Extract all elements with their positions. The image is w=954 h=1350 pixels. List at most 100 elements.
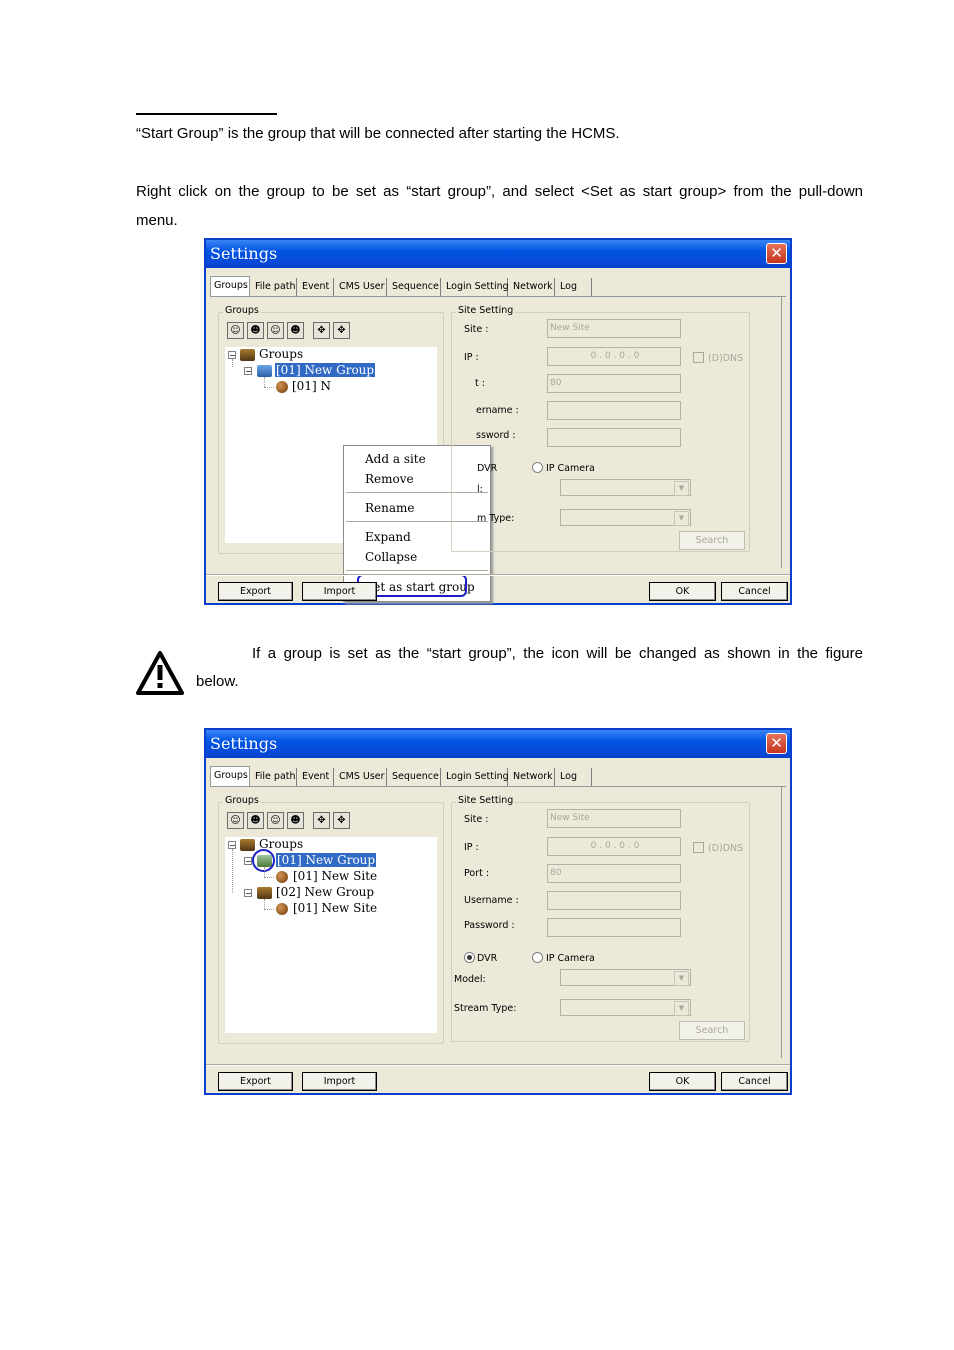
ddns-checkbox[interactable] (693, 352, 704, 363)
panel-edge (781, 786, 782, 1058)
tab-sequence[interactable]: Sequence (389, 278, 441, 296)
tab-file-path[interactable]: File path (252, 768, 297, 786)
dvr-radio[interactable] (464, 952, 475, 963)
cancel-button[interactable]: Cancel (721, 582, 788, 601)
export-button[interactable]: Export (218, 582, 293, 601)
menu-collapse[interactable]: Collapse (365, 549, 417, 565)
tree-site[interactable]: [01] N (292, 379, 331, 394)
tab-log[interactable]: Log (557, 768, 592, 786)
port-field[interactable]: 80 (547, 374, 681, 393)
username-field[interactable] (547, 401, 681, 420)
export-button[interactable]: Export (218, 1072, 293, 1091)
stream-type-select[interactable]: ▼ (560, 999, 691, 1016)
collapse-icon[interactable]: − (228, 841, 236, 850)
collapse-icon[interactable]: − (228, 351, 236, 360)
move-down-button[interactable]: ✥ (333, 812, 350, 829)
site-setting-groupbox: Site Setting Site : New Site IP : 0 . 0 … (451, 795, 750, 1042)
title-bar: Settings ✕ (206, 240, 790, 268)
edit-group-button[interactable]: ☺ (267, 322, 284, 339)
import-button[interactable]: Import (302, 1072, 377, 1091)
tab-event[interactable]: Event (299, 768, 334, 786)
add-site-button[interactable]: ☻ (247, 812, 264, 829)
move-up-button[interactable]: ✥ (313, 812, 330, 829)
groups-groupbox: Groups ☺ ☻ ☺ ☻ ✥ ✥ − Groups − [01] New G… (218, 305, 491, 602)
group-tree[interactable]: − Groups − [01] New Group [01] New Site … (225, 837, 437, 1033)
collapse-icon[interactable]: − (244, 367, 252, 376)
ip-field[interactable]: 0 . 0 . 0 . 0 (547, 347, 681, 366)
remove-group-button[interactable]: ☻ (287, 812, 304, 829)
tab-network[interactable]: Network (510, 278, 555, 296)
port-field[interactable]: 80 (547, 864, 681, 883)
tab-network[interactable]: Network (510, 768, 555, 786)
menu-add-site[interactable]: Add a site (365, 451, 426, 467)
tree-line (264, 877, 274, 878)
tree-site-2[interactable]: [01] New Site (293, 901, 377, 916)
tab-cms-user[interactable]: CMS User (336, 278, 387, 296)
tree-group-2[interactable]: [02] New Group (276, 885, 374, 900)
close-button[interactable]: ✕ (766, 733, 787, 754)
dvr-label: DVR (477, 463, 498, 474)
add-group-button[interactable]: ☺ (227, 322, 244, 339)
tab-file-path[interactable]: File path (252, 278, 297, 296)
password-field[interactable] (547, 428, 681, 447)
stream-type-select[interactable]: ▼ (560, 509, 691, 526)
edit-group-button[interactable]: ☺ (267, 812, 284, 829)
note-text-line2: below. (196, 673, 239, 690)
ok-button[interactable]: OK (649, 1072, 716, 1091)
username-label: ername : (476, 405, 519, 416)
window-title: Settings (210, 244, 278, 263)
menu-rename[interactable]: Rename (365, 500, 415, 516)
tree-site-1[interactable]: [01] New Site (293, 869, 377, 884)
tab-login-setting[interactable]: Login Setting (443, 278, 509, 296)
search-button[interactable]: Search (679, 531, 745, 550)
add-group-button[interactable]: ☺ (227, 812, 244, 829)
tree-group-1[interactable]: [01] New Group (276, 853, 377, 868)
site-field[interactable]: New Site (547, 319, 681, 338)
password-label: ssword : (476, 430, 516, 441)
ip-camera-radio[interactable] (532, 952, 543, 963)
remove-group-button[interactable]: ☻ (287, 322, 304, 339)
username-field[interactable] (547, 891, 681, 910)
tab-groups[interactable]: Groups (210, 276, 250, 296)
model-select[interactable]: ▼ (560, 969, 691, 986)
ddns-checkbox[interactable] (693, 842, 704, 853)
import-button[interactable]: Import (302, 582, 377, 601)
close-button[interactable]: ✕ (766, 243, 787, 264)
warning-icon (136, 651, 184, 695)
site-field[interactable]: New Site (547, 809, 681, 828)
tree-line (264, 899, 265, 909)
tab-event[interactable]: Event (299, 278, 334, 296)
ip-field[interactable]: 0 . 0 . 0 . 0 (547, 837, 681, 856)
ip-label: IP : (464, 352, 479, 363)
move-up-button[interactable]: ✥ (313, 322, 330, 339)
title-bar: Settings ✕ (206, 730, 790, 758)
tree-group-1-label: [01] New Group (276, 853, 377, 867)
instruction-text-line2: menu. (136, 212, 178, 229)
tab-log[interactable]: Log (557, 278, 592, 296)
move-down-button[interactable]: ✥ (333, 322, 350, 339)
tree-line (232, 849, 233, 893)
ok-button[interactable]: OK (649, 582, 716, 601)
tree-root[interactable]: Groups (259, 347, 303, 362)
menu-remove[interactable]: Remove (365, 471, 414, 487)
intro-text: “Start Group” is the group that will be … (136, 125, 620, 142)
tree-group-1[interactable]: [01] New Group (275, 363, 376, 378)
menu-expand[interactable]: Expand (365, 529, 411, 545)
tab-login-setting[interactable]: Login Setting (443, 768, 509, 786)
collapse-icon[interactable]: − (244, 857, 252, 866)
tab-divider (210, 296, 786, 297)
add-site-button[interactable]: ☻ (247, 322, 264, 339)
tab-cms-user[interactable]: CMS User (336, 768, 387, 786)
password-field[interactable] (547, 918, 681, 937)
model-select[interactable]: ▼ (560, 479, 691, 496)
site-icon (276, 871, 288, 883)
collapse-icon[interactable]: − (244, 889, 252, 898)
search-button[interactable]: Search (679, 1021, 745, 1040)
tab-groups[interactable]: Groups (210, 766, 250, 786)
tree-line (264, 387, 274, 388)
ip-camera-radio[interactable] (532, 462, 543, 473)
tab-divider (210, 786, 786, 787)
cancel-button[interactable]: Cancel (721, 1072, 788, 1091)
tab-sequence[interactable]: Sequence (389, 768, 441, 786)
tree-line (232, 359, 233, 367)
